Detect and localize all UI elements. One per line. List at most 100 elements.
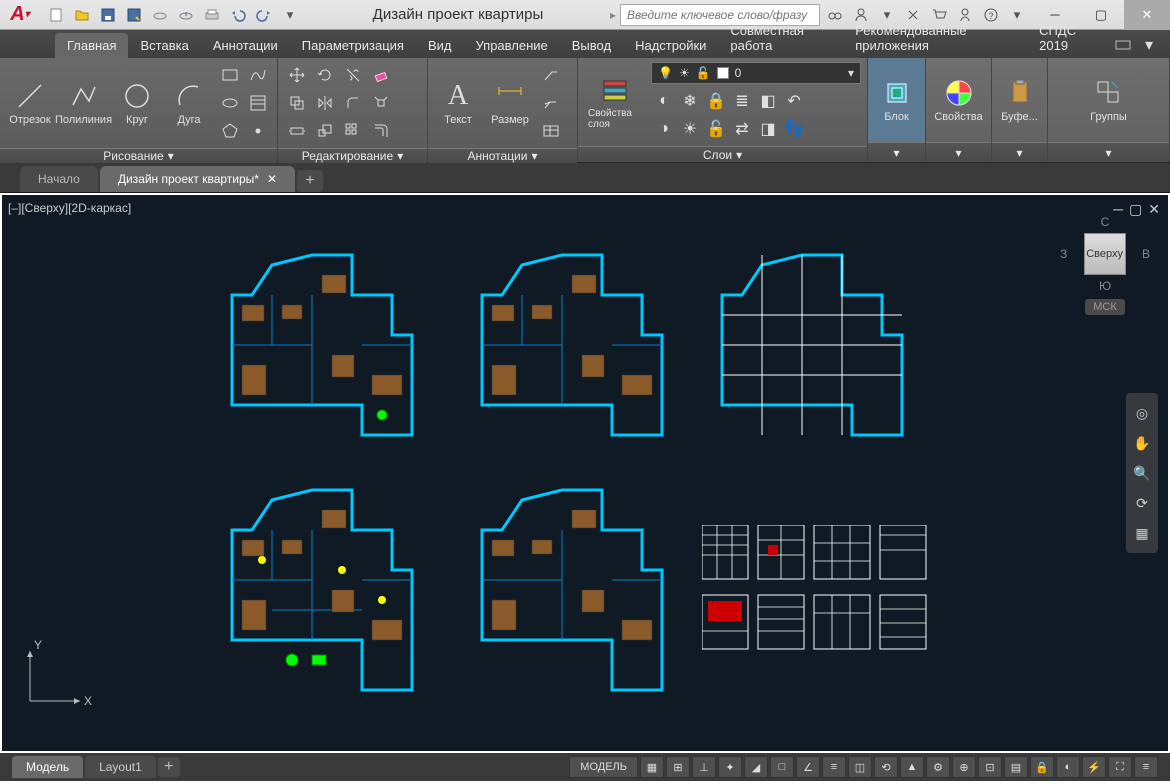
status-transparency-icon[interactable]: ◫ [848, 756, 872, 778]
status-polar-icon[interactable]: ✦ [718, 756, 742, 778]
status-customize-icon[interactable]: ≡ [1134, 756, 1158, 778]
tool-scale[interactable] [312, 118, 338, 144]
view-label[interactable]: [–][Сверху][2D-каркас] [8, 201, 131, 215]
tool-mirror[interactable] [312, 90, 338, 116]
layer-thaw-icon[interactable]: ☀ [677, 116, 703, 142]
file-tab-active[interactable]: Дизайн проект квартиры*✕ [100, 166, 295, 192]
vp-close-icon[interactable]: ✕ [1148, 201, 1160, 218]
panel-annotation-title[interactable]: Аннотации ▾ [428, 148, 577, 163]
tool-circle[interactable]: Круг [113, 80, 161, 126]
status-lwt-icon[interactable]: ≡ [822, 756, 846, 778]
tool-line[interactable]: Отрезок [6, 80, 54, 126]
status-annomonitor-icon[interactable]: ⊕ [952, 756, 976, 778]
tool-erase[interactable] [368, 62, 394, 88]
tab-output[interactable]: Вывод [560, 33, 623, 58]
status-ortho-icon[interactable]: ⊥ [692, 756, 716, 778]
status-grid-icon[interactable]: ▦ [640, 756, 664, 778]
tool-polygon[interactable] [217, 118, 243, 144]
tool-ellipse[interactable] [217, 90, 243, 116]
panel-modify-title[interactable]: Редактирование ▾ [278, 148, 427, 163]
status-osnap-icon[interactable]: □ [770, 756, 794, 778]
status-otrack-icon[interactable]: ∠ [796, 756, 820, 778]
tool-trim[interactable] [340, 62, 366, 88]
tool-clipboard[interactable]: Буфе... [996, 77, 1044, 123]
status-hwaccel-icon[interactable]: ⚡ [1082, 756, 1106, 778]
tool-hatch[interactable] [245, 90, 271, 116]
viewcube[interactable]: С З Сверху В Ю МСК [1060, 215, 1150, 315]
status-workspace-icon[interactable]: ⚙ [926, 756, 950, 778]
tool-table[interactable] [538, 118, 564, 144]
tab-addins[interactable]: Надстройки [623, 33, 718, 58]
panel-draw-title[interactable]: Рисование ▾ [0, 148, 277, 163]
tool-rectangle[interactable] [217, 62, 243, 88]
layer-dropdown[interactable]: 💡 ☀ 🔓 0 ▾ [651, 62, 861, 84]
layer-on-icon[interactable]: ◑ [651, 116, 677, 142]
wcs-badge[interactable]: МСК [1085, 299, 1125, 315]
qat-dropdown-icon[interactable]: ▾ [278, 3, 302, 27]
file-tab-start[interactable]: Начало [20, 166, 98, 192]
status-isolate-icon[interactable]: ◐ [1056, 756, 1080, 778]
layer-lock-icon[interactable]: 🔒 [703, 88, 729, 114]
layer-off-icon[interactable]: ◐ [651, 88, 677, 114]
status-quickprops-icon[interactable]: ▤ [1004, 756, 1028, 778]
layout-tab-layout1[interactable]: Layout1 [85, 756, 156, 778]
status-snap-icon[interactable]: ⊞ [666, 756, 690, 778]
nav-pan-icon[interactable]: ✋ [1130, 431, 1154, 455]
tool-properties[interactable]: Свойства [932, 77, 985, 123]
tab-manage[interactable]: Управление [463, 33, 559, 58]
tool-mleader[interactable] [538, 90, 564, 116]
nav-orbit-icon[interactable]: ⟳ [1130, 491, 1154, 515]
status-clean-icon[interactable]: ⛶ [1108, 756, 1132, 778]
close-button[interactable]: ✕ [1124, 0, 1170, 30]
tool-text[interactable]: AТекст [434, 80, 482, 126]
tab-view[interactable]: Вид [416, 33, 464, 58]
status-lock-icon[interactable]: 🔒 [1030, 756, 1054, 778]
layer-prev-icon[interactable]: ↶ [781, 88, 807, 114]
plot-icon[interactable] [200, 3, 224, 27]
panel-layers-title[interactable]: Слои ▾ [578, 146, 867, 162]
save-icon[interactable] [96, 3, 120, 27]
nav-wheel-icon[interactable]: ◎ [1130, 401, 1154, 425]
tool-offset[interactable] [368, 118, 394, 144]
status-units-icon[interactable]: ⊡ [978, 756, 1002, 778]
tab-collaborate[interactable]: Совместная работа [718, 18, 843, 58]
layer-props-button[interactable]: Свойства слоя [584, 74, 645, 130]
nav-zoom-icon[interactable]: 🔍 [1130, 461, 1154, 485]
open-icon[interactable] [70, 3, 94, 27]
cloud-open-icon[interactable] [148, 3, 172, 27]
tool-groups[interactable]: Группы [1085, 77, 1133, 123]
app-logo[interactable]: A▾ [0, 0, 40, 30]
tool-point[interactable] [245, 118, 271, 144]
tool-stretch[interactable] [284, 118, 310, 144]
tab-insert[interactable]: Вставка [128, 33, 200, 58]
tool-arc[interactable]: Дуга [165, 80, 213, 126]
layer-uniso-icon[interactable]: ◨ [755, 116, 781, 142]
layer-unlock-icon[interactable]: 🔓 [703, 116, 729, 142]
status-cycling-icon[interactable]: ⟲ [874, 756, 898, 778]
redo-icon[interactable] [252, 3, 276, 27]
viewcube-face[interactable]: Сверху [1084, 233, 1126, 275]
new-icon[interactable] [44, 3, 68, 27]
tab-home[interactable]: Главная [55, 33, 128, 58]
panel-properties-expand[interactable]: ▾ [926, 142, 991, 162]
tab-spds[interactable]: СПДС 2019 [1027, 18, 1110, 58]
tool-explode[interactable] [368, 90, 394, 116]
ucs-icon[interactable]: XY [20, 631, 100, 711]
panel-groups-expand[interactable]: ▾ [1048, 142, 1169, 162]
panel-clipboard-expand[interactable]: ▾ [992, 142, 1047, 162]
tool-copy[interactable] [284, 90, 310, 116]
status-annoscale-icon[interactable]: ▲ [900, 756, 924, 778]
tool-leader[interactable] [538, 62, 564, 88]
cloud-save-icon[interactable] [174, 3, 198, 27]
layout-tab-add[interactable]: + [158, 757, 180, 777]
status-iso-icon[interactable]: ◢ [744, 756, 768, 778]
nav-showmotion-icon[interactable]: ▦ [1130, 521, 1154, 545]
tab-featured[interactable]: Рекомендованные приложения [843, 18, 1027, 58]
layer-iso-icon[interactable]: ◧ [755, 88, 781, 114]
close-tab-icon[interactable]: ✕ [267, 172, 277, 186]
tab-parametric[interactable]: Параметризация [290, 33, 416, 58]
tool-move[interactable] [284, 62, 310, 88]
tool-spline[interactable] [245, 62, 271, 88]
tool-block[interactable]: Блок [873, 77, 921, 123]
tab-annotate[interactable]: Аннотации [201, 33, 290, 58]
